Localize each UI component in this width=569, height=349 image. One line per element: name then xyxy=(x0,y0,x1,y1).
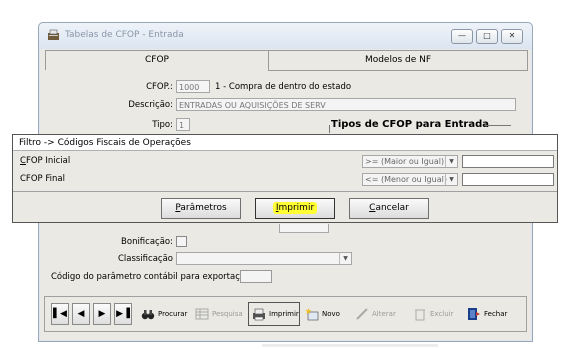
minimize-icon: — xyxy=(458,31,466,40)
operador-final-value: <= (Menor ou Igual) xyxy=(365,175,447,184)
prev-record-button[interactable]: ◀ xyxy=(72,303,90,325)
imprimir-button[interactable]: Imprimir xyxy=(255,198,335,219)
navigation-toolbar: ▌◀ ◀ ▶ ▶▐ Procurar Pesquisa Imprimir Nov… xyxy=(44,296,527,332)
pencil-icon xyxy=(355,307,369,321)
pesquisa-label: Pesquisa xyxy=(212,310,243,318)
pesquisa-button[interactable]: Pesquisa xyxy=(195,302,245,326)
cfop-field[interactable]: 1000 xyxy=(176,80,210,93)
procurar-label: Procurar xyxy=(158,310,188,318)
filtro-dialog: Filtro -> Códigos Fiscais de Operações C… xyxy=(12,134,558,223)
cfop-label: CFOP.: xyxy=(146,82,173,92)
tab-modelos-nf[interactable]: Modelos de NF xyxy=(268,50,528,71)
new-record-icon xyxy=(305,307,319,321)
cfop-inicial-label: CFOP Inicial xyxy=(20,156,71,166)
novo-button[interactable]: Novo xyxy=(305,302,349,326)
next-icon: ▶ xyxy=(98,309,106,319)
parametros-button[interactable]: Parâmetros xyxy=(161,198,241,219)
operador-inicial-value: >= (Maior ou Igual) xyxy=(365,157,445,166)
status-strip xyxy=(262,344,438,347)
excluir-button[interactable]: Excluir xyxy=(413,302,461,326)
window-titlebar[interactable]: Tabelas de CFOP - Entrada — □ ✕ xyxy=(39,23,532,49)
bonificacao-checkbox[interactable] xyxy=(176,236,187,247)
tipo-label: Tipo: xyxy=(152,120,173,130)
bonificacao-label: Bonificação: xyxy=(121,237,173,247)
maximize-button[interactable]: □ xyxy=(476,29,498,44)
exit-door-icon xyxy=(467,307,481,321)
tipo-field[interactable]: 1 xyxy=(176,118,190,131)
last-icon: ▶▐ xyxy=(116,309,130,319)
imprimir-highlight: Imprimir xyxy=(272,202,318,214)
printer-icon xyxy=(252,307,266,321)
window-title: Tabelas de CFOP - Entrada xyxy=(65,30,184,40)
imprimir-toolbar-button[interactable]: Imprimir xyxy=(248,302,300,326)
group-edge xyxy=(329,125,330,133)
last-record-button[interactable]: ▶▐ xyxy=(114,303,132,325)
cfop-final-label: CFOP Final xyxy=(20,174,65,184)
cancelar-button[interactable]: Cancelar xyxy=(349,198,429,219)
chevron-down-icon: ▼ xyxy=(339,253,351,264)
group-border xyxy=(485,125,511,126)
descricao-field[interactable]: ENTRADAS OU AQUISIÇÕES DE SERV xyxy=(176,98,516,111)
tab-modelos-label: Modelos de NF xyxy=(364,55,432,65)
fechar-button[interactable]: Fechar xyxy=(467,302,521,326)
next-record-button[interactable]: ▶ xyxy=(93,303,111,325)
cfop-description-text: 1 - Compra de dentro do estado xyxy=(215,82,352,92)
tipos-cfop-group-title: Tipos de CFOP para Entrada xyxy=(331,119,489,130)
descricao-label: Descrição: xyxy=(128,100,173,110)
minimize-button[interactable]: — xyxy=(451,29,473,44)
dialog-divider xyxy=(13,191,557,192)
codigo-parametro-field[interactable] xyxy=(240,270,272,283)
codigo-parametro-label: Código do parâmetro contábil para export… xyxy=(51,272,251,282)
dialog-title: Filtro -> Códigos Fiscais de Operações xyxy=(13,135,557,151)
classificacao-select[interactable]: ▼ xyxy=(176,252,352,265)
novo-label: Novo xyxy=(322,310,340,318)
fechar-label: Fechar xyxy=(484,310,508,318)
chevron-down-icon: ▼ xyxy=(445,174,457,185)
alterar-label: Alterar xyxy=(372,310,396,318)
app-icon xyxy=(47,29,60,41)
close-button[interactable]: ✕ xyxy=(501,29,523,44)
prev-icon: ◀ xyxy=(77,309,85,319)
binoculars-icon xyxy=(141,307,155,321)
operador-inicial-select[interactable]: >= (Maior ou Igual) ▼ xyxy=(362,155,458,168)
imprimir-toolbar-label: Imprimir xyxy=(269,310,299,318)
alterar-button[interactable]: Alterar xyxy=(355,302,403,326)
chevron-down-icon: ▼ xyxy=(445,156,457,167)
trash-icon xyxy=(413,307,427,321)
tab-cfop-label: CFOP xyxy=(145,55,169,65)
first-record-button[interactable]: ▌◀ xyxy=(51,303,69,325)
procurar-button[interactable]: Procurar xyxy=(141,302,189,326)
excluir-label: Excluir xyxy=(430,310,454,318)
maximize-icon: □ xyxy=(483,31,491,40)
hidden-combo[interactable] xyxy=(279,224,329,233)
first-icon: ▌◀ xyxy=(53,309,67,319)
classificacao-label: Classificação xyxy=(117,254,173,264)
close-icon: ✕ xyxy=(508,31,516,40)
cfop-final-input[interactable] xyxy=(462,173,554,186)
grid-icon xyxy=(195,307,209,321)
cfop-inicial-input[interactable] xyxy=(462,155,554,168)
tab-cfop[interactable]: CFOP xyxy=(45,50,269,70)
operador-final-select[interactable]: <= (Menor ou Igual) ▼ xyxy=(362,173,458,186)
